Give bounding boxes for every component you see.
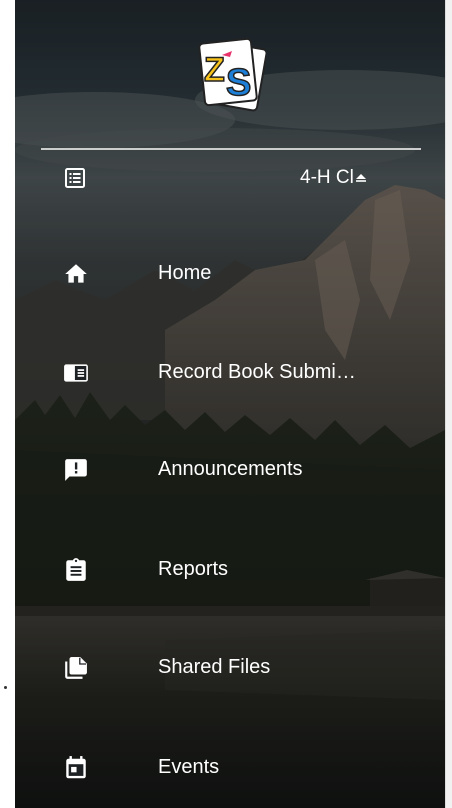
stray-dot [4,686,7,689]
header-divider [41,148,421,150]
nav-item-reports[interactable]: Reports [15,542,445,598]
navigation-drawer: Z S 4-H Cl Home Record Book Submi… Annou… [15,0,445,808]
svg-text:S: S [226,62,251,104]
clipboard-icon [66,558,86,581]
nav-item-shared-files[interactable]: Shared Files [15,640,445,696]
nav-item-announcements[interactable]: Announcements [15,442,445,498]
list-icon [65,168,85,188]
nav-item-label: Record Book Submi… [158,361,356,383]
nav-item-record-book[interactable]: Record Book Submi… [15,345,445,401]
eject-up-icon [355,174,366,182]
club-name: 4-H Cl [300,167,354,188]
nav-item-label: Events [158,756,220,778]
club-selector[interactable]: 4-H Cl [15,157,445,199]
nav-item-label: Announcements [158,458,303,480]
nav-item-label: Home [158,262,212,284]
zs-logo: Z S [198,37,266,112]
nav-item-events[interactable]: Events [15,740,445,796]
announcement-icon [65,459,87,481]
calendar-icon [66,756,86,779]
content-edge [445,0,452,808]
app-screen: Z S 4-H Cl Home Record Book Submi… Annou… [0,0,452,808]
nav-item-home[interactable]: Home [15,246,445,302]
nav-item-label: Reports [158,558,229,580]
svg-text:Z: Z [204,51,225,89]
nav-item-label: Shared Files [158,656,271,678]
record-book-icon [64,364,88,382]
home-icon [65,264,87,283]
club-label-wrap: 4-H Cl [300,167,366,189]
files-icon [65,657,87,679]
